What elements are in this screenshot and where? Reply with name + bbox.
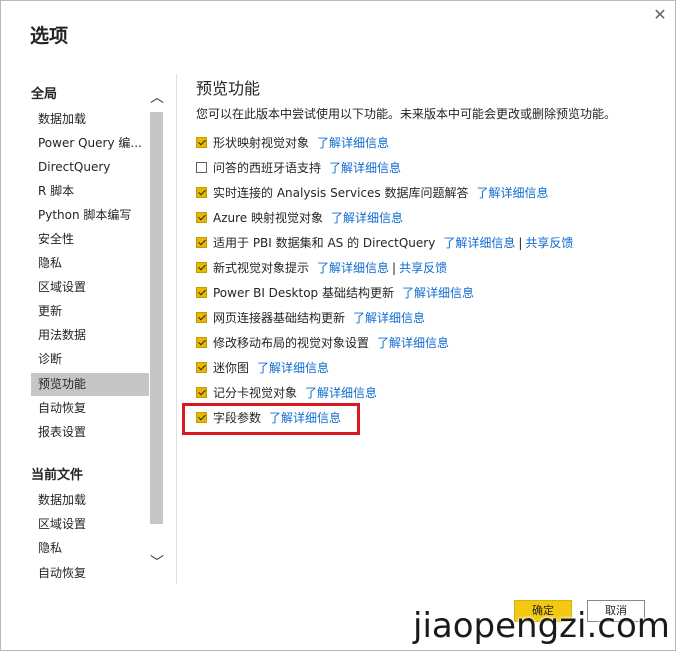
feature-row: 形状映射视觉对象 了解详细信息: [196, 133, 389, 153]
watermark: jiaopengzi.com: [413, 606, 670, 646]
feature-row: Azure 映射视觉对象 了解详细信息: [196, 208, 403, 228]
sidebar-item-privacy[interactable]: 隐私: [31, 252, 149, 275]
checkbox-modern-tooltips[interactable]: [196, 262, 207, 273]
scrollbar-thumb[interactable]: [150, 112, 163, 524]
chevron-up-icon[interactable]: ︿: [148, 88, 166, 108]
sidebar-scrollbar[interactable]: ︿ ﹀: [148, 74, 166, 584]
share-feedback-link[interactable]: 共享反馈: [525, 236, 573, 250]
sidebar-item-diagnostics[interactable]: 诊断: [31, 348, 149, 371]
feature-label: Power BI Desktop 基础结构更新: [213, 286, 394, 300]
feature-label: 记分卡视觉对象: [213, 386, 298, 400]
dialog-title: 选项: [30, 25, 69, 47]
section-header-current-file: 当前文件: [31, 468, 84, 483]
sidebar-item-r-script[interactable]: R 脚本: [31, 180, 149, 203]
checkbox-mobile-layout[interactable]: [196, 337, 207, 348]
panel-description: 您可以在此版本中尝试使用以下功能。未来版本中可能会更改或删除预览功能。: [196, 107, 617, 121]
feature-label: Azure 映射视觉对象: [213, 211, 323, 225]
sidebar-item-python-script[interactable]: Python 脚本编写: [31, 204, 149, 227]
feature-row: 修改移动布局的视觉对象设置 了解详细信息: [196, 333, 449, 353]
sidebar-item-file-privacy[interactable]: 隐私: [31, 537, 149, 560]
close-icon[interactable]: ✕: [650, 5, 670, 25]
sidebar-item-file-auto-recovery[interactable]: 自动恢复: [31, 562, 149, 585]
feature-row: Power BI Desktop 基础结构更新 了解详细信息: [196, 283, 474, 303]
link-separator: |: [392, 261, 397, 275]
learn-more-link[interactable]: 了解详细信息: [317, 261, 389, 275]
panel-divider: [176, 74, 177, 584]
sidebar-nav: 全局 数据加载 Power Query 编... DirectQuery R 脚…: [1, 71, 149, 586]
learn-more-link[interactable]: 了解详细信息: [402, 286, 474, 300]
checkbox-sparklines[interactable]: [196, 362, 207, 373]
learn-more-link[interactable]: 了解详细信息: [257, 361, 329, 375]
feature-label: 网页连接器基础结构更新: [213, 311, 346, 325]
feature-row: 网页连接器基础结构更新 了解详细信息: [196, 308, 425, 328]
chevron-down-icon[interactable]: ﹀: [148, 553, 166, 573]
sidebar-item-data-load[interactable]: 数据加载: [31, 108, 149, 131]
sidebar-item-updates[interactable]: 更新: [31, 300, 149, 323]
sidebar-item-auto-recovery[interactable]: 自动恢复: [31, 397, 149, 420]
options-dialog: ✕ 选项 全局 数据加载 Power Query 编... DirectQuer…: [0, 0, 676, 651]
checkbox-qna-spanish[interactable]: [196, 162, 207, 173]
sidebar-item-directquery[interactable]: DirectQuery: [31, 156, 149, 179]
sidebar-item-regional-settings[interactable]: 区域设置: [31, 276, 149, 299]
learn-more-link[interactable]: 了解详细信息: [377, 336, 449, 350]
checkbox-directquery-pbi-as[interactable]: [196, 237, 207, 248]
sidebar-item-file-data-load[interactable]: 数据加载: [31, 489, 149, 512]
checkbox-azure-map[interactable]: [196, 212, 207, 223]
checkbox-live-connect-qna[interactable]: [196, 187, 207, 198]
feature-label: 迷你图: [213, 361, 250, 375]
learn-more-link[interactable]: 了解详细信息: [329, 161, 401, 175]
sidebar-item-security[interactable]: 安全性: [31, 228, 149, 251]
learn-more-link[interactable]: 了解详细信息: [443, 236, 515, 250]
feature-label: 形状映射视觉对象: [213, 136, 310, 150]
checkbox-shape-map[interactable]: [196, 137, 207, 148]
section-header-global: 全局: [31, 87, 58, 102]
checkbox-scorecard[interactable]: [196, 387, 207, 398]
feature-row: 迷你图 了解详细信息: [196, 358, 329, 378]
learn-more-link[interactable]: 了解详细信息: [477, 186, 549, 200]
feature-row: 适用于 PBI 数据集和 AS 的 DirectQuery 了解详细信息 | 共享反馈: [196, 233, 573, 253]
feature-row: 实时连接的 Analysis Services 数据库问题解答 了解详细信息: [196, 183, 549, 203]
learn-more-link[interactable]: 了解详细信息: [353, 311, 425, 325]
share-feedback-link[interactable]: 共享反馈: [399, 261, 447, 275]
sidebar-item-power-query-editor[interactable]: Power Query 编...: [31, 132, 149, 155]
learn-more-link[interactable]: 了解详细信息: [331, 211, 403, 225]
learn-more-link[interactable]: 了解详细信息: [317, 136, 389, 150]
learn-more-link[interactable]: 了解详细信息: [305, 386, 377, 400]
feature-row: 记分卡视觉对象 了解详细信息: [196, 383, 377, 403]
sidebar-item-report-settings[interactable]: 报表设置: [31, 421, 149, 444]
sidebar-item-file-regional-settings[interactable]: 区域设置: [31, 513, 149, 536]
feature-label: 实时连接的 Analysis Services 数据库问题解答: [213, 186, 469, 200]
feature-label: 问答的西班牙语支持: [213, 161, 322, 175]
highlight-box: [182, 403, 360, 435]
feature-row: 问答的西班牙语支持 了解详细信息: [196, 158, 401, 178]
feature-row: 新式视觉对象提示 了解详细信息 | 共享反馈: [196, 258, 447, 278]
checkbox-web-connector[interactable]: [196, 312, 207, 323]
link-separator: |: [518, 236, 523, 250]
checkbox-infrastructure-update[interactable]: [196, 287, 207, 298]
feature-label: 修改移动布局的视觉对象设置: [213, 336, 370, 350]
sidebar-item-usage-data[interactable]: 用法数据: [31, 324, 149, 347]
sidebar-item-preview-features[interactable]: 预览功能: [31, 373, 149, 396]
feature-label: 适用于 PBI 数据集和 AS 的 DirectQuery: [213, 236, 436, 250]
feature-label: 新式视觉对象提示: [213, 261, 310, 275]
panel-title: 预览功能: [196, 79, 261, 98]
